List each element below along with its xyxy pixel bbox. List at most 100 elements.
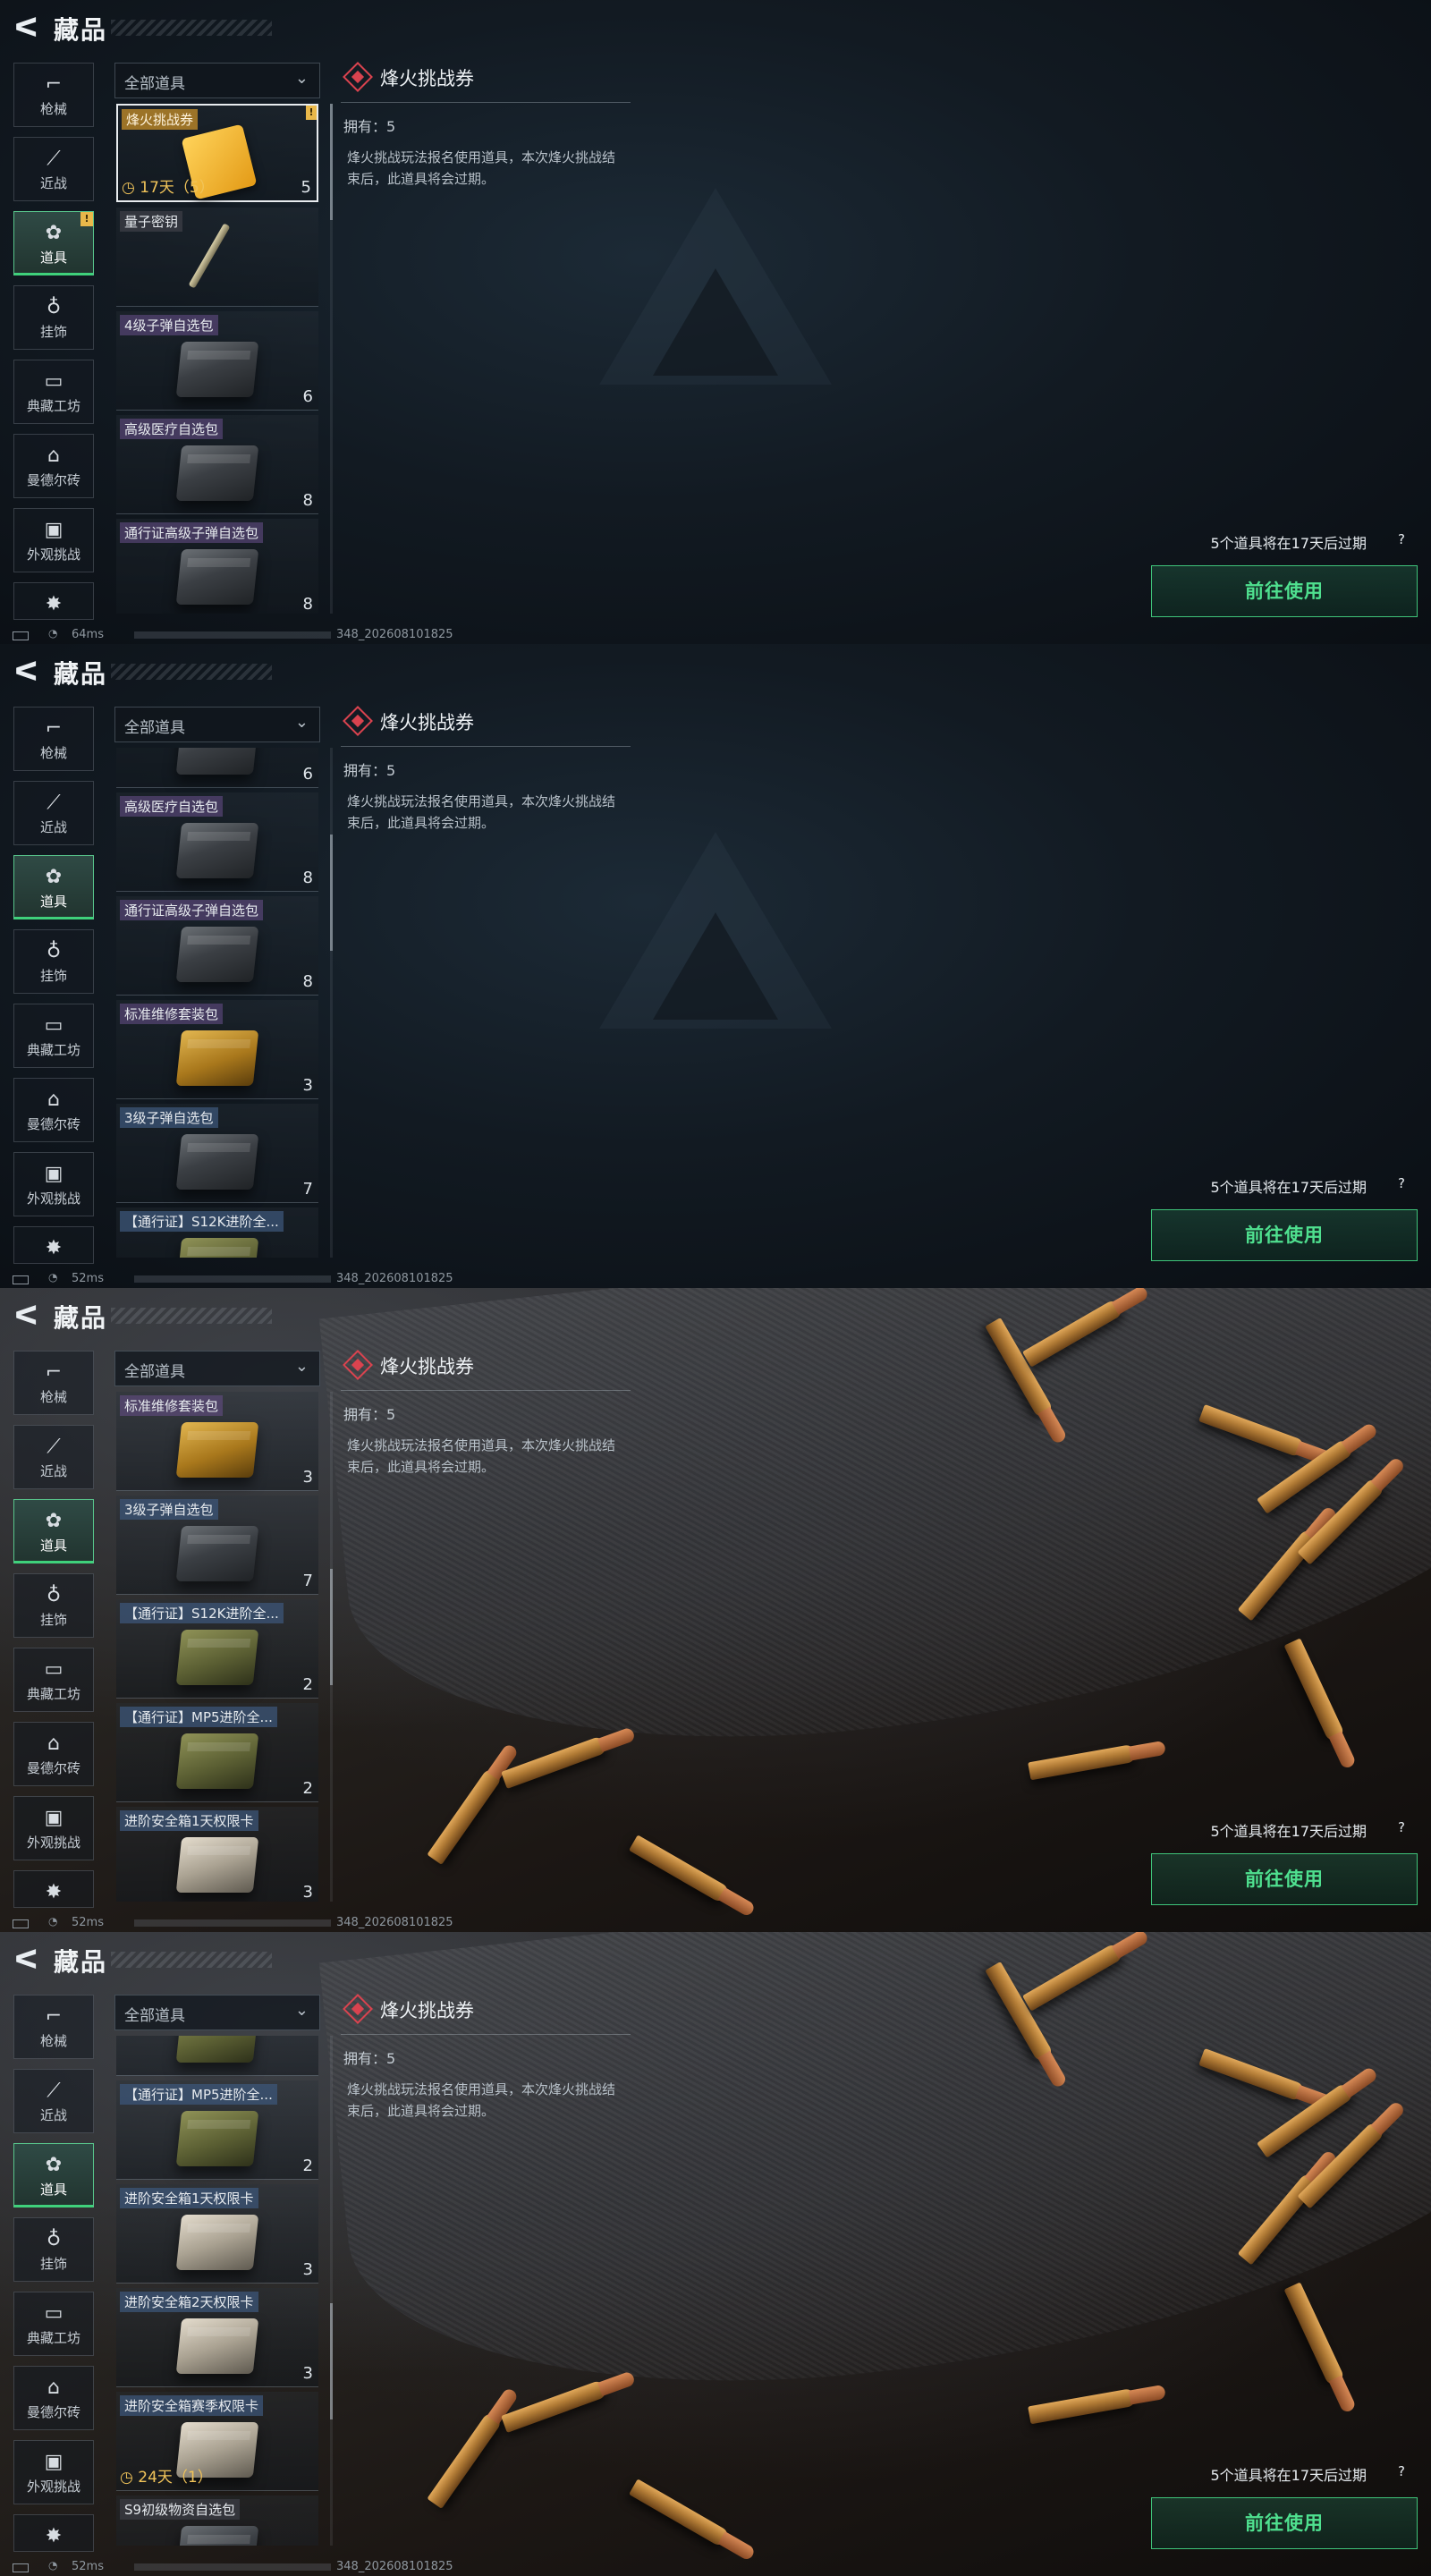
battery-icon [13,1275,29,1284]
scrollbar-thumb[interactable] [330,2303,333,2419]
category-tab-2[interactable]: ⟋ 近战 [13,2069,94,2133]
list-item[interactable]: 3级子弹自选包 7 [116,1496,318,1595]
category-tab-6[interactable]: ⌂ 曼德尔砖 [13,1078,94,1142]
category-tab-6[interactable]: ⌂ 曼德尔砖 [13,2366,94,2430]
go-use-button[interactable]: 前往使用 [1151,1853,1418,1905]
go-use-button[interactable]: 前往使用 [1151,1209,1418,1261]
list-item[interactable]: 进阶安全箱1天权限卡 3 [116,1807,318,1902]
category-tab-6[interactable]: ⌂ 曼德尔砖 [13,434,94,498]
list-item[interactable]: 【通行证】MP5进阶全... 2 [116,2080,318,2180]
category-tab-4[interactable]: ♁ 挂饰 [13,929,94,994]
background-bullet [629,1835,731,1904]
list-item[interactable]: 进阶安全箱2天权限卡 3 [116,2288,318,2387]
category-label: 挂饰 [39,968,67,984]
item-list[interactable]: 【通行证】MP5进阶全... 2 进阶安全箱1天权限卡 3 进阶安全箱2天权限卡 3 进阶安… [114,2036,322,2546]
category-tab-3[interactable]: ✿ 道具 [13,1499,94,1563]
category-tab-5[interactable]: ▭ 典藏工坊 [13,2292,94,2356]
category-tab-5[interactable]: ▭ 典藏工坊 [13,1004,94,1068]
item-count: 8 [302,491,313,510]
go-use-button[interactable]: 前往使用 [1151,2497,1418,2549]
list-item[interactable]: 通行证高级子弹自选包 8 [116,896,318,996]
category-tab-3[interactable]: ✿ 道具! [13,211,94,275]
category-tab-1[interactable]: ⌐ 枪械 [13,707,94,771]
list-item[interactable]: 标准维修套装包 3 [116,1000,318,1099]
item-list[interactable]: 标准维修套装包 3 3级子弹自选包 7 【通行证】S12K进阶全... 2 【通行证】MP5… [114,1392,322,1902]
category-tab-8[interactable]: ✸ [13,1870,94,1908]
new-badge: ! [306,106,317,120]
help-icon[interactable]: ? [1392,1818,1411,1837]
item-filter-dropdown[interactable]: 全部道具 ⌄ [114,1351,320,1386]
list-item[interactable]: 通行证高级子弹自选包 8 [116,519,318,614]
category-tab-3[interactable]: ✿ 道具 [13,2143,94,2207]
list-item[interactable]: 【通行证】S12K进阶全... [116,1208,318,1258]
clock-icon: ◷ [120,2469,139,2487]
item-list-scrollbar[interactable] [330,2036,333,2546]
help-icon[interactable]: ? [1392,2462,1411,2481]
item-description: 烽火挑战玩法报名使用道具，本次烽火挑战结束后，此道具将会过期。 [347,2081,616,2119]
category-tab-4[interactable]: ♁ 挂饰 [13,1573,94,1638]
knife-icon: ⟋ [47,2080,61,2102]
category-tab-8[interactable]: ✸ [13,1226,94,1264]
help-icon[interactable]: ? [1392,1174,1411,1193]
back-arrow-icon[interactable]: ᐸ [14,657,39,689]
item-list-scrollbar[interactable] [330,104,333,614]
category-tab-8[interactable]: ✸ [13,2514,94,2552]
category-tab-5[interactable]: ▭ 典藏工坊 [13,360,94,424]
go-use-button[interactable]: 前往使用 [1151,565,1418,617]
category-tab-1[interactable]: ⌐ 枪械 [13,1995,94,2059]
category-tab-6[interactable]: ⌂ 曼德尔砖 [13,1722,94,1786]
item-list[interactable]: 6 高级医疗自选包 8 通行证高级子弹自选包 8 标准维修套装包 3 3级子弹自选包 7 【通行证… [114,748,322,1258]
item-filter-dropdown[interactable]: 全部道具 ⌄ [114,707,320,742]
list-item[interactable]: 标准维修套装包 3 [116,1392,318,1491]
item-filter-dropdown[interactable]: 全部道具 ⌄ [114,1995,320,2030]
category-tab-2[interactable]: ⟋ 近战 [13,137,94,201]
back-arrow-icon[interactable]: ᐸ [14,13,39,45]
category-tab-7[interactable]: ▣ 外观挑战 [13,1152,94,1216]
category-tab-7[interactable]: ▣ 外观挑战 [13,1796,94,1860]
category-tab-5[interactable]: ▭ 典藏工坊 [13,1648,94,1712]
list-item[interactable]: 4级子弹自选包 6 [116,311,318,411]
category-tab-1[interactable]: ⌐ 枪械 [13,1351,94,1415]
category-tab-2[interactable]: ⟋ 近战 [13,781,94,845]
category-tab-4[interactable]: ♁ 挂饰 [13,285,94,350]
list-item[interactable]: 6 [116,748,318,788]
filter-value: 全部道具 [124,1363,185,1381]
list-item[interactable]: S9初级物资自选包 [116,2496,318,2546]
back-arrow-icon[interactable]: ᐸ [14,1301,39,1333]
help-icon[interactable]: ? [1392,530,1411,549]
scrollbar-thumb[interactable] [330,104,333,220]
scrollbar-thumb[interactable] [330,835,333,951]
back-arrow-icon[interactable]: ᐸ [14,1945,39,1977]
item-thumbnail [175,2215,259,2270]
page-title: 藏品 [54,1947,108,1977]
item-list-scrollbar[interactable] [330,1392,333,1902]
item-list-scrollbar[interactable] [330,748,333,1258]
category-tab-4[interactable]: ♁ 挂饰 [13,2217,94,2282]
category-label: 挂饰 [39,324,67,340]
list-item[interactable]: 高级医疗自选包 8 [116,415,318,514]
partial-icon: ✸ [45,593,63,615]
list-item[interactable]: 进阶安全箱赛季权限卡 ◷ 24天（1） [116,2392,318,2491]
item-list[interactable]: 烽火挑战券 5 ◷ 17天（5）! 量子密钥 4级子弹自选包 6 高级医疗自选包 8 通行证高级… [114,104,322,614]
list-item[interactable]: 高级医疗自选包 8 [116,792,318,892]
owned-count: 拥有：5 [343,118,396,135]
category-tab-7[interactable]: ▣ 外观挑战 [13,508,94,572]
list-item[interactable] [116,2036,318,2076]
partial-icon: ✸ [45,2525,63,2547]
build-code: 348_202608101825 [336,1916,453,1929]
list-item[interactable]: 【通行证】MP5进阶全... 2 [116,1703,318,1802]
category-tab-3[interactable]: ✿ 道具 [13,855,94,919]
list-item[interactable]: 【通行证】S12K进阶全... 2 [116,1599,318,1699]
item-filter-dropdown[interactable]: 全部道具 ⌄ [114,63,320,98]
category-tab-2[interactable]: ⟋ 近战 [13,1425,94,1489]
list-item[interactable]: 3级子弹自选包 7 [116,1104,318,1203]
list-item[interactable]: 量子密钥 [116,208,318,307]
appearance-icon: ▣ [44,2451,64,2473]
category-tab-1[interactable]: ⌐ 枪械 [13,63,94,127]
category-tab-8[interactable]: ✸ [13,582,94,620]
list-item[interactable]: 烽火挑战券 5 ◷ 17天（5）! [116,104,318,202]
item-thumbnail [175,823,259,878]
category-tab-7[interactable]: ▣ 外观挑战 [13,2440,94,2504]
scrollbar-thumb[interactable] [330,1569,333,1685]
list-item[interactable]: 进阶安全箱1天权限卡 3 [116,2184,318,2284]
